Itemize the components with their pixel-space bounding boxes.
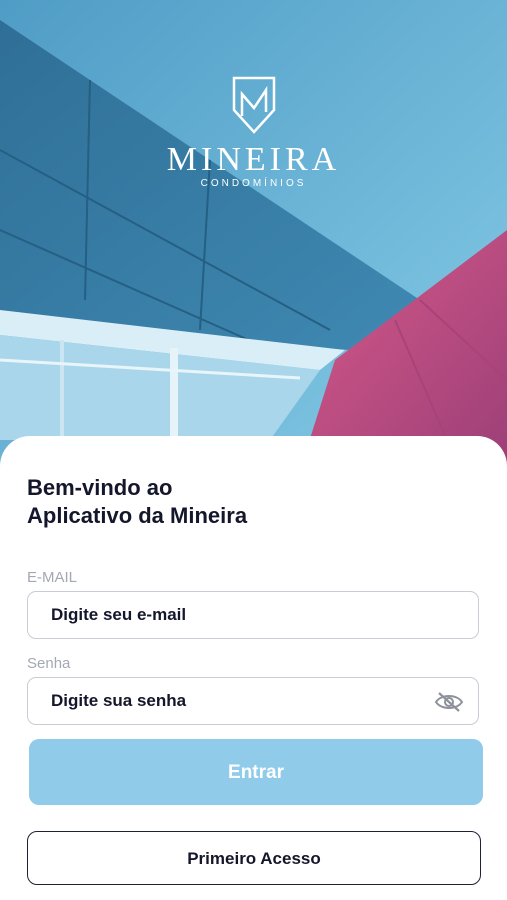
email-placeholder: Digite seu e-mail	[51, 605, 187, 624]
email-label: E-MAIL	[27, 569, 78, 586]
first-access-button[interactable]: Primeiro Acesso	[27, 831, 481, 885]
eye-off-icon[interactable]	[434, 691, 464, 718]
email-field[interactable]: Digite seu e-mail	[27, 591, 479, 639]
welcome-line-2: Aplicativo da Mineira	[27, 503, 248, 528]
login-button[interactable]: Entrar	[29, 739, 483, 805]
brand-subtitle: CONDOMÍNIOS	[200, 178, 307, 189]
brand-logo: MINEIRA CONDOMÍNIOS	[0, 76, 507, 189]
password-label: Senha	[27, 655, 71, 672]
brand-name: MINEIRA	[166, 141, 341, 178]
shield-logo-icon	[232, 76, 275, 134]
welcome-line-1: Bem-vindo ao	[27, 475, 173, 500]
password-placeholder: Digite sua senha	[51, 691, 187, 710]
welcome-heading: Bem-vindo ao Aplicativo da Mineira	[27, 474, 247, 530]
password-field[interactable]: Digite sua senha	[27, 677, 479, 725]
hero-background: MINEIRA CONDOMÍNIOS	[0, 0, 507, 470]
building-photo	[0, 0, 507, 470]
